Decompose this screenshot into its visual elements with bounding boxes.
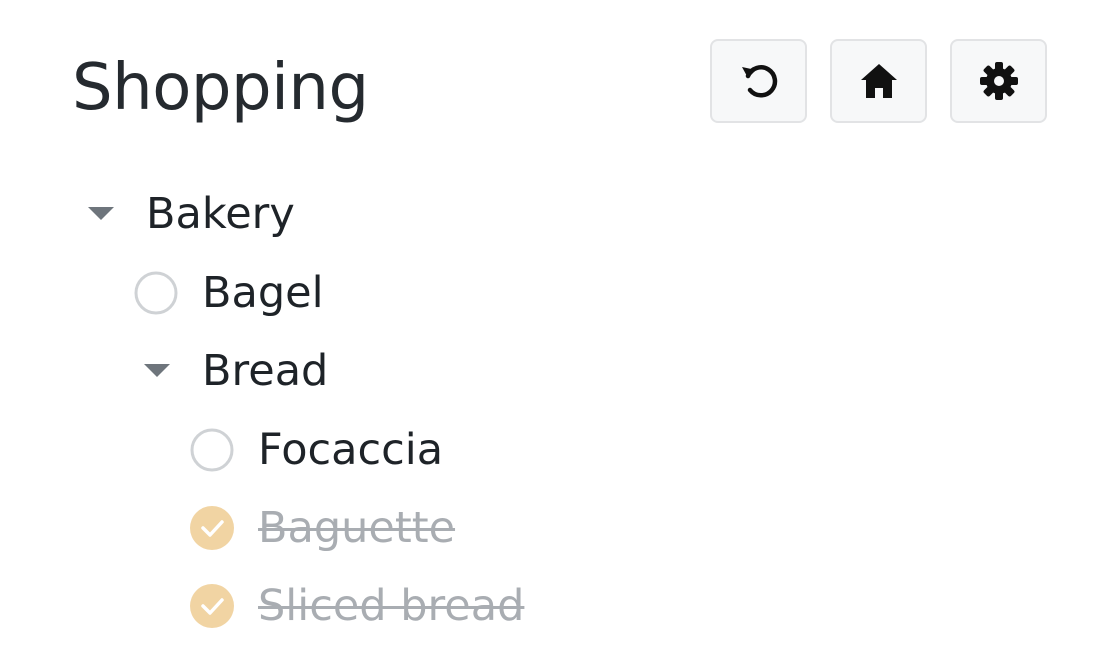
tree-item-label[interactable]: Focaccia — [258, 425, 443, 475]
tree-item-label[interactable]: Bread — [202, 346, 328, 396]
gear-icon — [979, 62, 1018, 100]
checked-circle-icon[interactable] — [190, 506, 234, 550]
caret-down-icon[interactable] — [86, 184, 116, 244]
unchecked-circle-icon[interactable] — [134, 271, 178, 315]
caret-down-icon[interactable] — [142, 341, 172, 401]
tree-item-label[interactable]: Bakery — [146, 189, 295, 239]
tree-item-label[interactable]: Baguette — [258, 503, 455, 553]
undo-button[interactable] — [710, 39, 807, 123]
unchecked-circle-icon[interactable] — [190, 428, 234, 472]
page-title: Shopping — [72, 51, 369, 125]
home-button[interactable] — [830, 39, 927, 123]
tree-row-bakery: Bakery — [86, 184, 295, 244]
shopping-page: Shopping Bakery Bagel Bread Focaccia Bag… — [0, 0, 1097, 648]
tree-item-label[interactable]: Sliced bread — [258, 581, 524, 631]
tree-row-bread: Bread — [142, 341, 328, 401]
settings-button[interactable] — [950, 39, 1047, 123]
tree-row-baguette: Baguette — [190, 498, 455, 558]
checked-circle-icon[interactable] — [190, 584, 234, 628]
tree-row-sliced-bread: Sliced bread — [190, 576, 524, 636]
undo-icon — [741, 65, 777, 98]
tree-row-focaccia: Focaccia — [190, 420, 443, 480]
home-icon — [860, 64, 897, 98]
tree-row-bagel: Bagel — [134, 263, 324, 323]
tree-item-label[interactable]: Bagel — [202, 268, 324, 318]
toolbar — [710, 39, 1047, 123]
